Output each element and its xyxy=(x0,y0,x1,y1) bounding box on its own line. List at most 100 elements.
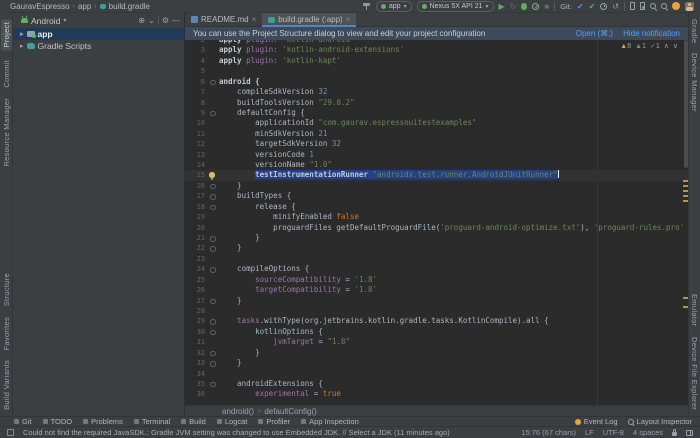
tool-stripe-build-variants[interactable]: Build Variants xyxy=(2,360,11,410)
tool-stripe-resource-manager[interactable]: Resource Manager xyxy=(2,98,11,167)
fold-marker-icon[interactable] xyxy=(205,296,219,306)
device-manager-icon[interactable] xyxy=(630,2,635,10)
code-line[interactable]: 9 defaultConfig { xyxy=(185,108,688,118)
close-icon[interactable]: × xyxy=(252,15,257,24)
fold-marker-icon[interactable] xyxy=(205,181,219,191)
fold-marker-icon[interactable] xyxy=(205,233,219,243)
tree-item-gradle-scripts[interactable]: ▸ Gradle Scripts xyxy=(13,40,184,52)
warning-stripe-mark[interactable] xyxy=(683,200,688,202)
tool-stripe-favorites[interactable]: Favorites xyxy=(2,317,11,351)
line-number[interactable]: 30 xyxy=(185,327,205,337)
line-number[interactable]: 22 xyxy=(185,243,205,253)
code-line[interactable]: 23 xyxy=(185,254,688,264)
code-line[interactable]: 7 compileSdkVersion 32 xyxy=(185,87,688,97)
tool-button-layout-inspector[interactable]: Layout Inspector xyxy=(628,417,692,426)
code-line[interactable]: 21 } xyxy=(185,233,688,243)
git-commit-icon[interactable]: ✔ xyxy=(589,2,596,11)
line-number[interactable]: 6 xyxy=(185,77,205,87)
line-number[interactable]: 29 xyxy=(185,316,205,326)
line-number[interactable]: 27 xyxy=(185,296,205,306)
code-line[interactable]: 14 versionName "1.0" xyxy=(185,160,688,170)
warning-stripe-mark[interactable] xyxy=(683,185,688,187)
code-line[interactable]: 10 applicationId "com.gaurav.espressouit… xyxy=(185,118,688,128)
expand-chevron-icon[interactable]: ▸ xyxy=(20,30,24,38)
code-line[interactable]: 28 xyxy=(185,306,688,316)
code-line[interactable]: 13 versionCode 1 xyxy=(185,150,688,160)
line-number[interactable]: 5 xyxy=(185,66,205,76)
tool-button-app-inspection[interactable]: App Inspection xyxy=(301,417,359,426)
tool-button-git[interactable]: Git xyxy=(14,417,32,426)
line-number[interactable]: 25 xyxy=(185,275,205,285)
tree-item-app[interactable]: ▸ app xyxy=(13,28,184,40)
code-line[interactable]: 33 } xyxy=(185,358,688,368)
code-line[interactable]: 29 tasks.withType(org.jetbrains.kotlin.g… xyxy=(185,316,688,326)
code-line[interactable]: 22 } xyxy=(185,243,688,253)
breadcrumb-default-config[interactable]: defaultConfig() xyxy=(264,407,316,416)
line-number[interactable]: 13 xyxy=(185,150,205,160)
hide-panel-icon[interactable]: — xyxy=(172,16,180,26)
encoding-indicator[interactable]: UTF-8 xyxy=(603,428,624,437)
code-line[interactable]: 16 } xyxy=(185,181,688,191)
status-message[interactable]: Could not find the required JavaSDK.: Gr… xyxy=(23,428,512,437)
code-line[interactable]: 15 testInstrumentationRunner "androidx.t… xyxy=(185,170,688,180)
line-number[interactable]: 36 xyxy=(185,389,205,399)
history-clock-icon[interactable] xyxy=(600,3,607,10)
fold-marker-icon[interactable] xyxy=(205,202,219,212)
line-number[interactable]: 4 xyxy=(185,56,205,66)
fold-marker-icon[interactable] xyxy=(205,348,219,358)
tool-stripe-structure[interactable]: Structure xyxy=(2,273,11,306)
fold-marker-icon[interactable] xyxy=(205,264,219,274)
tool-button-todo[interactable]: TODO xyxy=(43,417,73,426)
tool-button-logcat[interactable]: Logcat xyxy=(217,417,248,426)
run-button[interactable]: ▶ xyxy=(499,2,505,11)
line-number[interactable]: 32 xyxy=(185,348,205,358)
intention-bulb-icon[interactable] xyxy=(205,170,219,180)
scrollbar-thumb[interactable] xyxy=(684,40,688,168)
line-number[interactable]: 14 xyxy=(185,160,205,170)
line-number[interactable]: 3 xyxy=(185,45,205,55)
debug-icon[interactable] xyxy=(521,3,527,10)
pair-devices-icon[interactable] xyxy=(640,2,645,10)
code-line[interactable]: 31 jvmTarget = "1.8" xyxy=(185,337,688,347)
code-line[interactable]: 25 sourceCompatibility = '1.8' xyxy=(185,275,688,285)
settings-gear-icon[interactable]: ⚙ xyxy=(162,16,169,26)
line-number[interactable]: 9 xyxy=(185,108,205,118)
line-number[interactable]: 26 xyxy=(185,285,205,295)
fold-marker-icon[interactable] xyxy=(205,379,219,389)
tab-build-gradle[interactable]: build.gradle (:app) × xyxy=(262,13,356,26)
tool-window-switcher-icon[interactable] xyxy=(7,429,14,436)
fold-marker-icon[interactable] xyxy=(205,77,219,87)
caret-position[interactable]: 15:76 (67 chars) xyxy=(521,428,576,437)
locate-file-icon[interactable]: ⊕ xyxy=(138,16,145,26)
breadcrumb-android[interactable]: android() xyxy=(222,407,254,416)
project-view-selector[interactable]: Android xyxy=(31,16,60,26)
code-line[interactable]: 4apply plugin: 'kotlin-kapt' xyxy=(185,56,688,66)
warning-stripe-mark[interactable] xyxy=(683,297,688,299)
apply-changes-icon[interactable]: ↻ xyxy=(510,2,517,11)
banner-hide-link[interactable]: Hide notification xyxy=(623,29,680,38)
line-number[interactable]: 16 xyxy=(185,181,205,191)
code-line[interactable]: 27 } xyxy=(185,296,688,306)
code-line[interactable]: 32 } xyxy=(185,348,688,358)
collapse-all-icon[interactable]: ⌄ xyxy=(148,16,155,26)
device-select[interactable]: Nexus 5X API 21 ▾ xyxy=(417,1,494,12)
tool-stripe-gradle[interactable]: Gradle xyxy=(690,19,699,43)
tab-readme[interactable]: README.md × xyxy=(185,13,262,26)
tool-button-event-log[interactable]: Event Log xyxy=(575,417,618,426)
git-update-icon[interactable]: ✔ xyxy=(577,2,584,11)
code-viewport[interactable]: 2apply plugin: 'kotlin-android'3apply pl… xyxy=(185,40,688,405)
chevron-down-icon[interactable]: ▾ xyxy=(63,17,66,24)
code-line[interactable]: 17 buildTypes { xyxy=(185,191,688,201)
line-number[interactable]: 17 xyxy=(185,191,205,201)
expand-chevron-icon[interactable]: ▸ xyxy=(20,42,24,50)
reader-mode-icon[interactable] xyxy=(686,430,693,436)
warning-stripe-mark[interactable] xyxy=(683,190,688,192)
line-number[interactable]: 21 xyxy=(185,233,205,243)
tool-stripe-device-file-explorer[interactable]: Device File Explorer xyxy=(690,337,699,410)
line-number[interactable]: 15 xyxy=(185,170,205,180)
code-line[interactable]: 20 proguardFiles getDefaultProguardFile(… xyxy=(185,223,688,233)
fold-marker-icon[interactable] xyxy=(205,358,219,368)
line-number[interactable]: 31 xyxy=(185,337,205,347)
line-number[interactable]: 35 xyxy=(185,379,205,389)
code-line[interactable]: 24 compileOptions { xyxy=(185,264,688,274)
